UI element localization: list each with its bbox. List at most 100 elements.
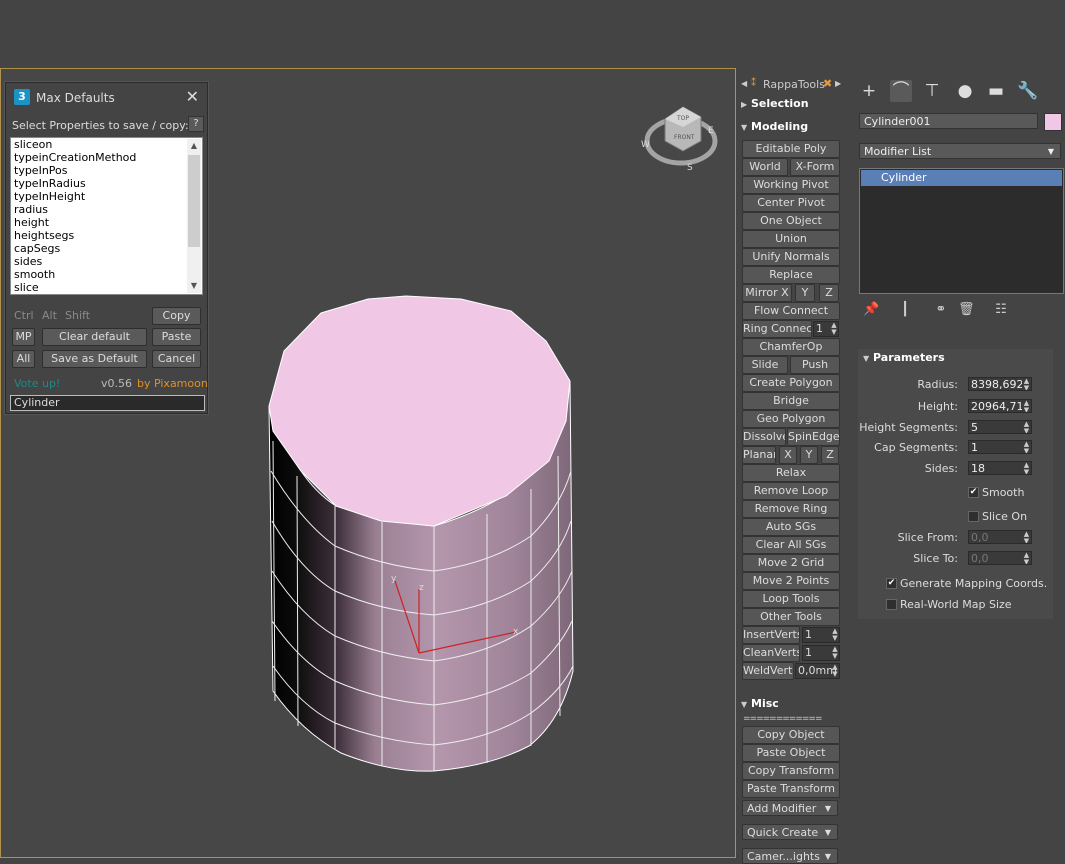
make-unique-icon[interactable]: ⚭ <box>933 302 949 318</box>
show-end-result-icon[interactable]: ┃ <box>897 302 913 318</box>
copy-transform-button[interactable]: Copy Transform <box>742 762 840 780</box>
object-type-field[interactable]: Cylinder <box>10 395 205 411</box>
clear-all-sgs-button[interactable]: Clear All SGs <box>742 536 840 554</box>
scroll-down-icon[interactable]: ▼ <box>187 279 201 293</box>
flow-connect-button[interactable]: Flow Connect <box>742 302 840 320</box>
unify-normals-button[interactable]: Unify Normals <box>742 248 840 266</box>
clear-default-button[interactable]: Clear default <box>42 328 147 346</box>
save-as-default-button[interactable]: Save as Default <box>42 350 147 368</box>
chamferop-button[interactable]: ChamferOp <box>742 338 840 356</box>
spinner-arrows-icon[interactable]: ▲ ▼ <box>1022 531 1031 543</box>
property-item[interactable]: capSegs <box>11 242 202 255</box>
smooth-checkbox[interactable]: ✔ <box>968 487 979 498</box>
panel-right-arrow-icon[interactable]: ▶ <box>835 79 841 88</box>
height-spinner[interactable]: 20964,719mm▲▼ <box>968 399 1032 413</box>
property-item[interactable]: sliceon <box>11 138 202 151</box>
cameras-lights-dropdown[interactable]: Camer...ights ▼ <box>742 848 838 864</box>
mirror-z-button[interactable]: Z <box>819 284 839 302</box>
mirror-y-button[interactable]: Y <box>795 284 815 302</box>
viewcube[interactable]: TOP FRONT W E S <box>641 106 718 173</box>
all-button[interactable]: All <box>12 350 35 368</box>
auto-sgs-button[interactable]: Auto SGs <box>742 518 840 536</box>
insertverts-spinner[interactable]: 1 ▲ ▼ <box>802 627 840 643</box>
radius-spinner[interactable]: 8398,692mm▲▼ <box>968 377 1032 391</box>
spinner-arrows-icon[interactable]: ▲ ▼ <box>831 628 839 642</box>
modifier-list-dropdown[interactable]: Modifier List ▼ <box>859 143 1061 159</box>
planar-z-button[interactable]: Z <box>821 446 839 464</box>
scroll-thumb[interactable] <box>188 155 200 247</box>
dissolve-button[interactable]: Dissolve <box>742 428 786 446</box>
weldverts-spinner[interactable]: 0,0mm ▲ ▼ <box>795 663 840 679</box>
mirror-x-button[interactable]: Mirror X <box>742 284 792 302</box>
gen-mapping-checkbox[interactable]: ✔ <box>886 578 897 589</box>
cancel-button[interactable]: Cancel <box>152 350 201 368</box>
spinner-arrows-icon[interactable]: ▲ ▼ <box>831 646 839 660</box>
modifier-stack[interactable]: Cylinder <box>859 168 1064 294</box>
pin-stack-icon[interactable]: 📌 <box>863 302 879 318</box>
remove-modifier-icon[interactable]: 🗑 <box>958 302 975 318</box>
object-color-swatch[interactable] <box>1044 113 1062 131</box>
stack-item-cylinder[interactable]: Cylinder <box>861 170 1062 186</box>
property-item[interactable]: heightsegs <box>11 229 202 242</box>
property-item[interactable]: typeinCreationMethod <box>11 151 202 164</box>
property-item[interactable]: smooth <box>11 268 202 281</box>
display-tab-icon[interactable]: ▬ <box>985 80 1007 102</box>
motion-tab-icon[interactable]: ● <box>954 80 976 102</box>
replace-button[interactable]: Replace <box>742 266 840 284</box>
planar-x-button[interactable]: X <box>779 446 797 464</box>
height-segments-spinner[interactable]: 5 ▲ ▼ <box>968 420 1032 434</box>
move-2-points-button[interactable]: Move 2 Points <box>742 572 840 590</box>
other-tools-button[interactable]: Other Tools <box>742 608 840 626</box>
cleanverts-spinner[interactable]: 1 ▲ ▼ <box>802 645 840 661</box>
configure-modifier-sets-icon[interactable]: ☷ <box>993 302 1009 318</box>
copy-object-button[interactable]: Copy Object <box>742 726 840 744</box>
geo-polygon-button[interactable]: Geo Polygon <box>742 410 840 428</box>
spinner-arrows-icon[interactable]: ▲ ▼ <box>1022 400 1031 412</box>
one-object-button[interactable]: One Object <box>742 212 840 230</box>
slide-button[interactable]: Slide <box>742 356 788 374</box>
section-modeling[interactable]: ▼ Modeling <box>741 118 808 136</box>
spinner-arrows-icon[interactable]: ▲ ▼ <box>1022 462 1031 474</box>
property-item[interactable]: height <box>11 216 202 229</box>
section-misc[interactable]: ▼ Misc <box>741 695 779 713</box>
spinner-arrows-icon[interactable]: ▲ ▼ <box>1022 421 1031 433</box>
property-item[interactable]: typeInRadius <box>11 177 202 190</box>
center-pivot-button[interactable]: Center Pivot <box>742 194 840 212</box>
paste-transform-button[interactable]: Paste Transform <box>742 780 840 798</box>
working-pivot-button[interactable]: Working Pivot <box>742 176 840 194</box>
push-button[interactable]: Push <box>790 356 840 374</box>
spinner-arrows-icon[interactable]: ▲ ▼ <box>1022 441 1031 453</box>
modify-tab-icon[interactable]: ⌒ <box>890 80 912 102</box>
weldverts-button[interactable]: WeldVerts <box>742 662 794 680</box>
ring-connect-spinner[interactable]: 1 ▲ ▼ <box>813 321 839 337</box>
slice-on-checkbox[interactable] <box>968 511 979 522</box>
listbox-scrollbar[interactable]: ▲ ▼ <box>187 139 201 293</box>
remove-ring-button[interactable]: Remove Ring <box>742 500 840 518</box>
editable-poly-button[interactable]: Editable Poly <box>742 140 840 158</box>
spinner-arrows-icon[interactable]: ▲ ▼ <box>831 664 839 678</box>
properties-listbox[interactable]: sliceon typeinCreationMethod typeInPos type… <box>10 137 203 295</box>
real-world-map-checkbox[interactable] <box>886 599 897 610</box>
planar-y-button[interactable]: Y <box>800 446 818 464</box>
quick-create-dropdown[interactable]: Quick Create ▼ <box>742 824 838 840</box>
cap-segments-spinner[interactable]: 1 ▲ ▼ <box>968 440 1032 454</box>
create-tab-icon[interactable]: + <box>858 80 880 102</box>
paste-object-button[interactable]: Paste Object <box>742 744 840 762</box>
panel-close-icon[interactable]: ✖ <box>823 77 832 90</box>
scroll-up-icon[interactable]: ▲ <box>187 139 201 153</box>
add-modifier-dropdown[interactable]: Add Modifier ▼ <box>742 800 838 816</box>
help-button[interactable]: ? <box>188 116 204 132</box>
mp-button[interactable]: MP <box>12 328 35 346</box>
relax-button[interactable]: Relax <box>742 464 840 482</box>
panel-grip-icon[interactable]: ⁑ <box>751 78 756 89</box>
union-button[interactable]: Union <box>742 230 840 248</box>
spinedge-button[interactable]: SpinEdge <box>787 428 840 446</box>
property-item[interactable]: typeInHeight <box>11 190 202 203</box>
property-item[interactable]: slice <box>11 281 202 294</box>
property-item[interactable]: sides <box>11 255 202 268</box>
sides-spinner[interactable]: 18 ▲ ▼ <box>968 461 1032 475</box>
insertverts-button[interactable]: InsertVerts <box>742 626 800 644</box>
property-item[interactable]: radius <box>11 203 202 216</box>
copy-button[interactable]: Copy <box>152 307 201 325</box>
utilities-tab-icon[interactable]: 🔧 <box>1017 80 1039 102</box>
